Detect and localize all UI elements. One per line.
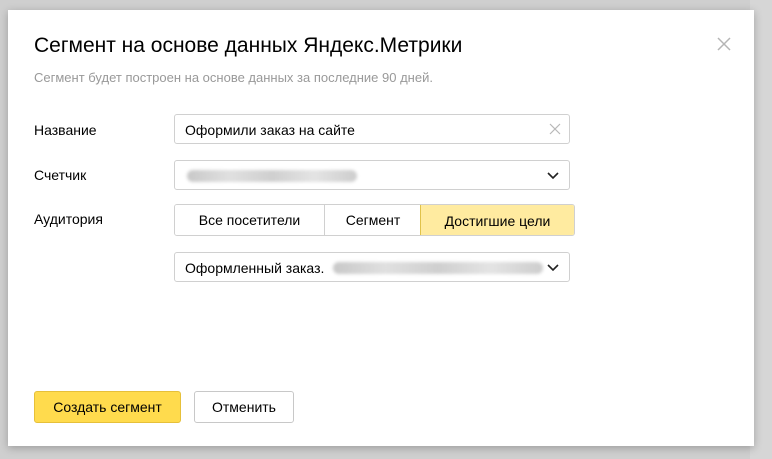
audience-label: Аудитория: [34, 211, 103, 227]
counter-select[interactable]: [174, 160, 570, 190]
close-icon[interactable]: [716, 36, 732, 52]
cancel-button[interactable]: Отменить: [194, 391, 294, 423]
counter-value-redacted: [187, 170, 357, 182]
goal-value-redacted: [333, 262, 543, 274]
chevron-down-icon: [547, 172, 559, 180]
chevron-down-icon: [547, 264, 559, 272]
audience-option-segment[interactable]: Сегмент: [324, 205, 421, 235]
name-input[interactable]: Оформили заказ на сайте: [174, 114, 570, 144]
name-input-value: Оформили заказ на сайте: [185, 122, 355, 138]
goal-select-value: Оформленный заказ.: [185, 260, 325, 276]
audience-option-all[interactable]: Все посетители: [175, 205, 324, 235]
create-segment-button[interactable]: Создать сегмент: [34, 391, 181, 423]
audience-switch: Все посетители Сегмент Достигшие цели: [174, 204, 575, 236]
name-label: Название: [34, 122, 97, 138]
segment-dialog: Сегмент на основе данных Яндекс.Метрики …: [8, 10, 754, 446]
clear-icon[interactable]: [549, 123, 561, 135]
dialog-title: Сегмент на основе данных Яндекс.Метрики: [34, 34, 463, 57]
counter-label: Счетчик: [34, 167, 87, 183]
goal-select[interactable]: Оформленный заказ.: [174, 252, 570, 282]
audience-option-goals[interactable]: Достигшие цели: [420, 205, 574, 235]
dialog-subtitle: Сегмент будет построен на основе данных …: [34, 70, 433, 85]
